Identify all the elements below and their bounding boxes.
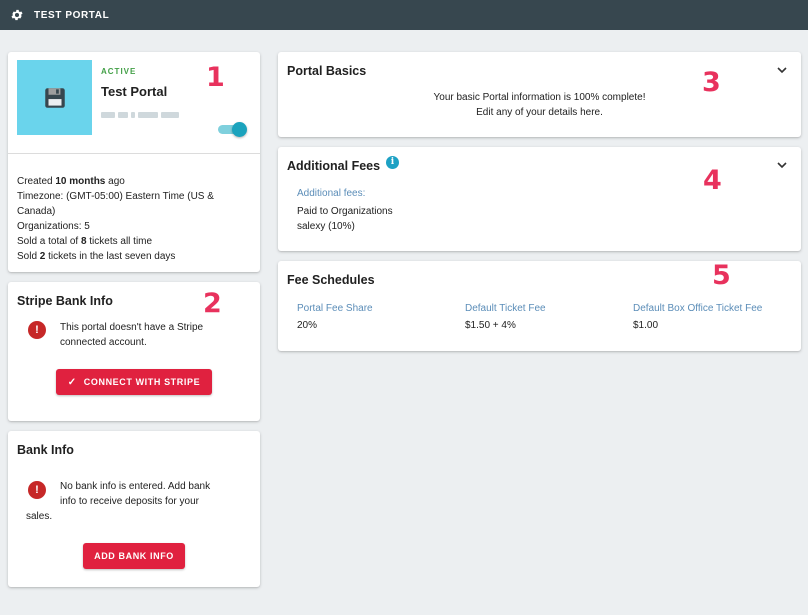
portal-fee-share-value: 20% [297, 320, 318, 331]
stripe-title: Stripe Bank Info [17, 294, 113, 308]
info-icon[interactable]: i [386, 156, 399, 169]
divider [8, 153, 260, 154]
active-toggle[interactable] [218, 122, 247, 137]
portal-stats: Created 10 months ago Timezone: (GMT-05:… [17, 174, 253, 264]
additional-fees-label: Additional fees: [297, 188, 366, 199]
top-bar: TEST PORTAL [0, 0, 808, 30]
sold-recent-text: Sold 2 tickets in the last seven days [17, 251, 176, 262]
portal-thumbnail[interactable] [17, 60, 92, 135]
floppy-disk-icon [44, 87, 65, 108]
alert-icon: ! [28, 321, 46, 339]
check-icon: ✓ [67, 376, 77, 388]
sold-total-text: Sold a total of 8 tickets all time [17, 236, 153, 247]
portal-basics-card[interactable]: Portal Basics Your basic Portal informat… [278, 52, 801, 137]
bank-message: No bank info is entered. Add bank info t… [26, 481, 211, 522]
timezone-text: Timezone: (GMT-05:00) Eastern Time (US &… [17, 191, 214, 217]
portal-fee-share-label: Portal Fee Share [297, 303, 373, 314]
basics-line2: Edit any of your details here. [476, 107, 603, 118]
stripe-bank-info-card: Stripe Bank Info ! This portal doesn't h… [8, 282, 260, 421]
gear-icon[interactable] [10, 8, 24, 22]
portal-name: Test Portal [101, 84, 168, 99]
stripe-message: This portal doesn't have a Stripe connec… [60, 322, 204, 348]
annotation-3: 3 [702, 67, 721, 98]
created-text: Created 10 months ago [17, 176, 125, 187]
default-box-office-fee-value: $1.00 [633, 320, 659, 331]
portal-title: TEST PORTAL [34, 9, 110, 21]
portal-basics-title: Portal Basics [287, 64, 367, 78]
additional-fees-card[interactable]: Additional Fees i Additional fees: Paid … [278, 147, 801, 251]
organizations-text: Organizations: 5 [17, 221, 90, 232]
connect-stripe-label: CONNECT WITH STRIPE [83, 377, 201, 387]
annotation-5: 5 [712, 260, 731, 291]
chevron-down-icon[interactable] [777, 161, 787, 169]
bank-info-card: Bank Info ! No bank info is entered. Add… [8, 431, 260, 587]
default-ticket-fee-value: $1.50 + 4% [465, 320, 516, 331]
basics-line1: Your basic Portal information is 100% co… [433, 92, 646, 103]
default-box-office-fee-label: Default Box Office Ticket Fee [633, 303, 763, 314]
chevron-down-icon[interactable] [777, 66, 787, 74]
add-bank-info-label: ADD BANK INFO [94, 551, 174, 561]
annotation-4: 4 [703, 165, 722, 196]
annotation-2: 2 [203, 288, 222, 319]
fee-schedules-card[interactable]: Fee Schedules Portal Fee Share 20% Defau… [278, 260, 801, 351]
fee-line-2: salexy (10%) [297, 221, 355, 232]
bank-title: Bank Info [17, 443, 74, 457]
blurred-url [101, 105, 191, 118]
fee-schedules-title: Fee Schedules [287, 273, 375, 287]
connect-stripe-button[interactable]: ✓ CONNECT WITH STRIPE [56, 369, 212, 395]
status-badge: ACTIVE [101, 67, 137, 76]
portal-card: ACTIVE Test Portal Created 10 months ago… [8, 52, 260, 272]
annotation-1: 1 [206, 62, 225, 93]
add-bank-info-button[interactable]: ADD BANK INFO [83, 543, 185, 569]
fee-line-1: Paid to Organizations [297, 206, 393, 217]
default-ticket-fee-label: Default Ticket Fee [465, 303, 546, 314]
additional-fees-title: Additional Fees [287, 159, 381, 173]
